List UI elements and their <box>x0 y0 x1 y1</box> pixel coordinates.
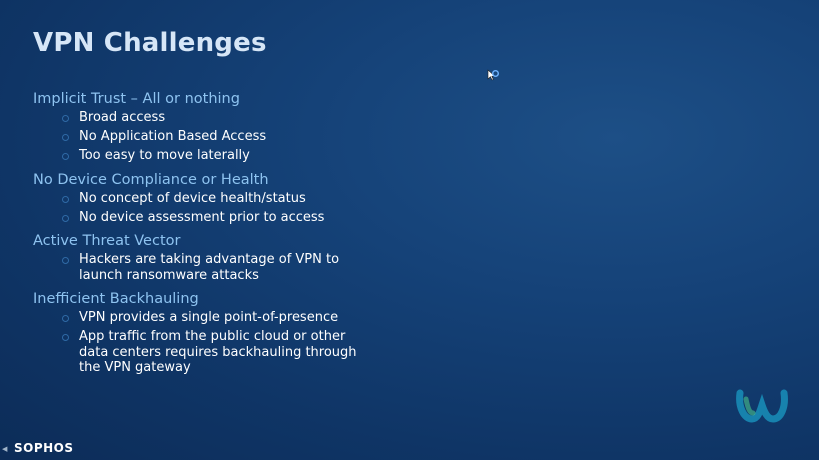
bullet-text: No device assessment prior to access <box>79 209 325 225</box>
bullet-item: No device assessment prior to access <box>33 210 363 226</box>
section-active-threat: Active Threat Vector Hackers are taking … <box>33 232 363 283</box>
bullet-circle-icon <box>62 334 69 341</box>
bullet-text: No Application Based Access <box>79 129 267 144</box>
bullet-list: VPN provides a single point-of-presence … <box>33 310 363 376</box>
slide-title: VPN Challenges <box>33 28 267 58</box>
bullet-list: No concept of device health/status No de… <box>33 191 363 226</box>
loading-cursor-icon <box>487 69 499 81</box>
bullet-list: Broad access No Application Based Access… <box>33 110 363 164</box>
bullet-item: Broad access <box>33 110 363 126</box>
bullet-text: No concept of device health/status <box>79 190 306 206</box>
bullet-text: Broad access <box>79 110 166 125</box>
bullet-item: No concept of device health/status <box>33 191 363 207</box>
webex-logo-icon <box>736 389 788 423</box>
section-heading: Active Threat Vector <box>33 233 181 249</box>
bullet-text: VPN provides a single point-of-presence <box>79 310 339 325</box>
bullet-circle-icon <box>62 134 69 141</box>
section-device-compliance: No Device Compliance or Health No concep… <box>33 171 363 226</box>
bullet-circle-icon <box>62 315 69 322</box>
bullet-item: Too easy to move laterally <box>33 148 363 164</box>
bullet-item: VPN provides a single point-of-presence <box>33 310 363 326</box>
bullet-item: Hackers are taking advantage of VPN to l… <box>33 252 363 283</box>
bullet-text: Too easy to move laterally <box>79 148 250 163</box>
section-implicit-trust: Implicit Trust – All or nothing Broad ac… <box>33 90 363 164</box>
section-heading: Implicit Trust – All or nothing <box>33 91 240 107</box>
bullet-circle-icon <box>62 195 69 203</box>
bullet-item: App traffic from the public cloud or oth… <box>33 329 363 376</box>
section-backhauling: Inefficient Backhauling VPN provides a s… <box>33 290 363 376</box>
bullet-text: App traffic from the public cloud or oth… <box>79 329 357 375</box>
slide-content: Implicit Trust – All or nothing Broad ac… <box>33 90 363 383</box>
bullet-item: No Application Based Access <box>33 129 363 145</box>
chevron-left-icon: ◀ <box>2 446 8 453</box>
bullet-circle-icon <box>62 153 69 160</box>
bullet-circle-icon <box>62 115 69 122</box>
section-heading: No Device Compliance or Health <box>33 171 269 188</box>
bullet-circle-icon <box>62 257 69 264</box>
sophos-logo: SOPHOS <box>14 441 74 455</box>
section-heading: Inefficient Backhauling <box>33 291 199 307</box>
bullet-circle-icon <box>62 214 69 222</box>
presentation-slide: VPN Challenges Implicit Trust – All or n… <box>0 0 819 460</box>
bullet-list: Hackers are taking advantage of VPN to l… <box>33 252 363 283</box>
bullet-text: Hackers are taking advantage of VPN to l… <box>79 252 340 283</box>
